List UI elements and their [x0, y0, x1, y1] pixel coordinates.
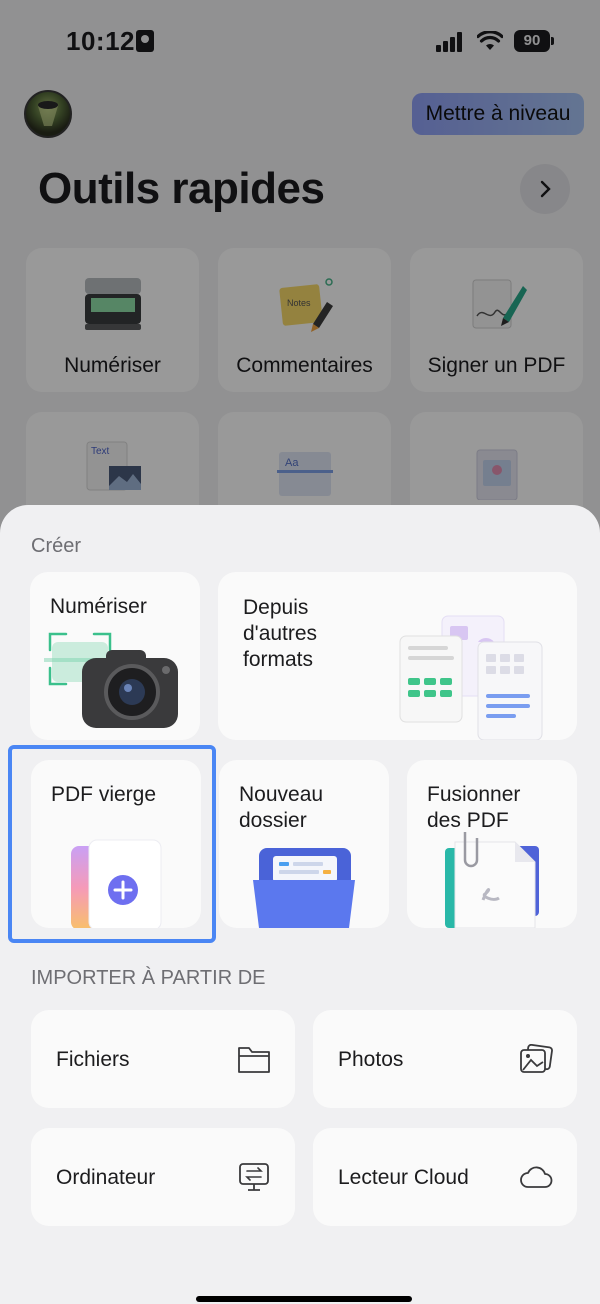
cloud-icon — [520, 1166, 553, 1188]
import-label: Fichiers — [56, 1048, 130, 1071]
documents-icon — [399, 615, 543, 740]
create-merge-pdf-card[interactable]: Fusionner des PDF — [407, 760, 577, 928]
merge-pdf-icon — [445, 832, 539, 928]
create-new-folder-card[interactable]: Nouveau dossier — [219, 760, 389, 928]
section-title-create: Créer — [31, 535, 82, 557]
camera-icon — [44, 632, 178, 728]
computer-transfer-icon — [239, 1163, 269, 1191]
card-label: Fusionner des PDF — [427, 783, 521, 832]
home-indicator — [196, 1296, 412, 1302]
folder-outline-icon — [238, 1047, 270, 1073]
folder-icon — [253, 848, 355, 928]
card-label: Depuis d'autres formats — [243, 596, 318, 671]
section-title-import: IMPORTER À PARTIR DE — [31, 967, 266, 989]
import-label: Ordinateur — [56, 1166, 156, 1189]
photos-icon — [520, 1044, 553, 1073]
card-label: Numériser — [50, 595, 147, 618]
create-from-formats-card[interactable]: Depuis d'autres formats — [218, 572, 577, 740]
selection-highlight — [8, 745, 216, 943]
import-files-button[interactable]: Fichiers — [31, 1010, 295, 1108]
import-computer-button[interactable]: Ordinateur — [31, 1128, 295, 1226]
import-cloud-button[interactable]: Lecteur Cloud — [313, 1128, 577, 1226]
import-label: Photos — [338, 1048, 404, 1071]
create-sheet: Créer Numériser Depuis d'autres formats — [0, 505, 600, 1304]
create-scan-card[interactable]: Numériser — [30, 572, 200, 740]
card-label: Nouveau dossier — [239, 783, 324, 832]
import-photos-button[interactable]: Photos — [313, 1010, 577, 1108]
import-label: Lecteur Cloud — [338, 1166, 469, 1189]
